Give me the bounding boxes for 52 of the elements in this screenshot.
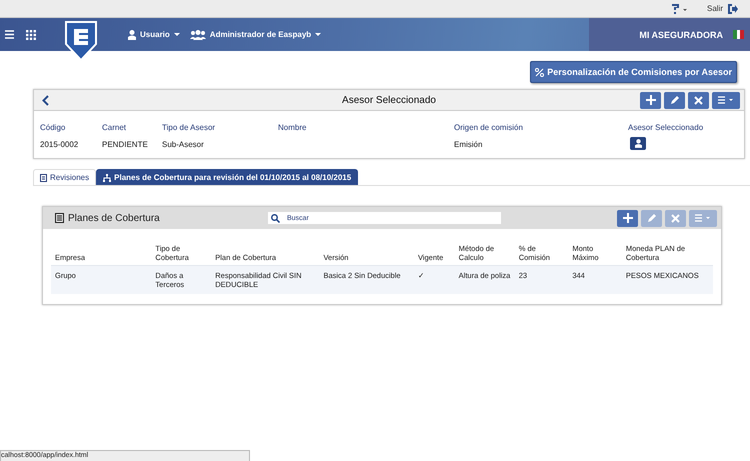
flag-icon <box>733 30 744 39</box>
tab[interactable]: Planes de Cobertura para revisión del 01/10/2015 al 08/10/2015 <box>96 169 358 185</box>
help-icon[interactable] <box>672 4 688 14</box>
tab[interactable]: Revisiones <box>33 169 96 185</box>
shield-logo-icon <box>64 20 98 62</box>
user-menu[interactable]: Usuario <box>128 30 180 40</box>
back-icon[interactable] <box>42 94 49 106</box>
menu-label: Administrador de Easpayb <box>210 30 312 39</box>
panel-title: Planes de Cobertura <box>68 212 160 224</box>
user-icon <box>128 30 136 40</box>
menu-icon[interactable] <box>5 30 14 39</box>
personalization-button[interactable]: Personalización de Comisiones por Asesor <box>530 61 737 83</box>
menu-button[interactable] <box>712 92 740 108</box>
edit-button[interactable] <box>664 92 685 108</box>
caret-icon <box>174 33 180 36</box>
list-caret-icon <box>695 214 711 222</box>
hierarchy-icon <box>103 174 112 182</box>
close-icon <box>671 214 680 222</box>
select-asesor-button[interactable] <box>630 137 646 150</box>
add-button[interactable] <box>640 92 661 108</box>
menu-label: Usuario <box>140 30 170 39</box>
field-value: PENDIENTE <box>102 140 149 149</box>
field-value: 2015-0002 <box>40 140 80 149</box>
add-button[interactable] <box>617 210 638 226</box>
plus-icon <box>622 213 632 223</box>
list-caret-icon <box>718 96 734 104</box>
users-icon <box>190 30 206 40</box>
pencil-icon <box>670 95 680 105</box>
user-icon <box>634 139 642 148</box>
field-value: Sub-Asesor <box>162 140 205 149</box>
document-icon <box>55 213 64 223</box>
search-icon <box>271 214 280 222</box>
field-value: Emisión <box>454 140 484 149</box>
company-name: MI ASEGURADORA <box>639 30 723 40</box>
field-label: Asesor Seleccionado <box>628 123 704 132</box>
field-label: Nombre <box>278 123 308 132</box>
pencil-icon <box>646 213 656 223</box>
logout-link[interactable]: Salir <box>706 4 723 13</box>
user-menu[interactable]: Administrador de Easpayb <box>190 30 322 40</box>
percent-icon <box>535 68 544 76</box>
logout-icon[interactable] <box>728 4 738 14</box>
field-label: Origen de comisión <box>454 123 524 132</box>
plus-icon <box>646 95 656 105</box>
apps-icon[interactable] <box>26 30 36 40</box>
close-icon <box>694 96 703 104</box>
document-icon <box>40 174 47 182</box>
delete-button[interactable] <box>688 92 709 108</box>
field-label: Tipo de Asesor <box>162 123 216 132</box>
caret-icon <box>315 33 322 36</box>
field-label: Carnet <box>102 123 128 132</box>
field-label: Código <box>40 123 66 132</box>
card-title: Asesor Seleccionado <box>342 94 436 106</box>
